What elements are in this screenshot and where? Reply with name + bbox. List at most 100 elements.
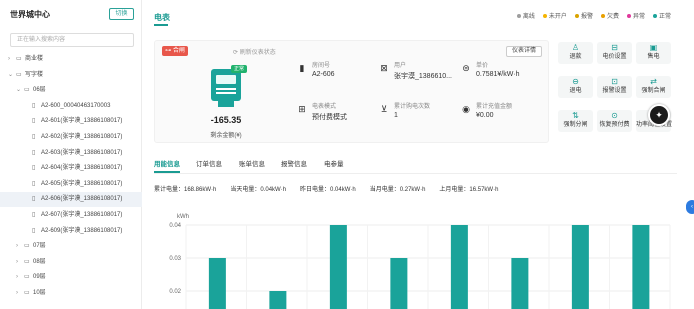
action-button[interactable]: ⊖ 退电 [558,76,593,98]
expand-caret-icon[interactable]: › [8,52,16,67]
tree-item[interactable]: ▯ A2-609(张宇漠_13886108017) [0,224,142,239]
meter-foot [218,101,234,107]
purchase-value: 1 [394,112,398,119]
tree-item[interactable]: ▯ A2-600_00040463170003 [0,99,142,114]
action-label: 售电 [647,54,660,60]
tree-item[interactable]: › ▭ 商业楼 [0,52,142,67]
chart-bar [269,291,287,309]
folder-icon: ▭ [16,56,22,62]
tabs-divider [154,173,677,174]
y-tick-label: 0.03 [169,256,181,262]
tab[interactable]: 账单信息 [239,158,265,168]
page-title[interactable]: 电表 [154,12,170,23]
action-label: 退电 [569,88,582,94]
action-button[interactable]: ▣ 售电 [636,42,671,64]
meter-detail-button[interactable]: 仪表详情 [506,46,542,57]
energy-stats: 累计电量：168.86kW·h 当天电量：0.04kW·h 昨日电量：0.04kW·… [154,184,512,193]
search-input[interactable]: 正在输入搜索内容 [10,33,134,47]
user-label: 用户 [394,63,407,69]
refresh-status-button[interactable]: ⟳ 刷新仪表状态 [233,47,276,56]
meter-icon: ▯ [32,180,36,187]
force-open-icon: ⇅ [572,111,579,120]
tree-item[interactable]: ▯ A2-602(张宇漠_13886108017) [0,130,142,145]
tree-item-label: A2-604(张宇漠_13886108017) [41,165,123,172]
status-badge: 正常 [231,65,247,73]
action-label: 退款 [569,54,582,60]
legend-label: 报警 [580,14,593,20]
tree-item[interactable]: ▯ A2-606(张宇漠_13886108017) [0,192,142,208]
meter-icon: ▯ [32,165,36,172]
expand-caret-icon[interactable]: › [16,286,24,301]
tree-item-label: 商业楼 [25,56,44,62]
price-settings-icon: ⊟ [611,43,618,52]
recharge-field: 累计充值金额 ¥0.00 [476,101,512,119]
tree-item[interactable]: › ▭ 09层 [0,270,142,285]
legend-label: 未开户 [548,14,567,20]
action-button[interactable]: ♙ 退款 [558,42,593,64]
sidebar: 世界城中心 切换 正在输入搜索内容 › ▭ 商业楼 ⌄ ▭ 写字楼 ⌄ ▭ 06层 ▯ A2-600… [0,0,142,309]
y-tick-label: 0.02 [169,289,181,295]
folder-icon: ▭ [24,243,30,250]
legend-item: 正常 [652,14,671,20]
mode-field: 电表模式 预付费模式 [312,101,347,122]
tree-item[interactable]: ▯ A2-603(张宇漠_13886108017) [0,146,142,161]
action-label: 报警设置 [602,88,627,94]
meter-icon: ▯ [32,102,36,109]
action-button[interactable]: ⇄ 强制合闸 [636,76,671,98]
meter-icon: ▯ [32,118,36,125]
user-value: 张宇漠_1386610... [394,73,452,80]
user-card-icon: ⊠ [380,63,388,73]
tree-item[interactable]: ▯ A2-607(张宇漠_13886108017) [0,208,142,223]
tree-item-label: A2-609(张宇漠_13886108017) [41,227,123,234]
switch-button[interactable]: 切换 [109,8,134,20]
tab[interactable]: 订单信息 [196,158,222,168]
tree-item[interactable]: ▯ A2-605(张宇漠_13886108017) [0,177,142,192]
tree-item[interactable]: ▯ A2-601(张宇漠_13886108017) [0,114,142,129]
tree-item[interactable]: › ▭ 07层 [0,239,142,254]
legend-label: 欠费 [606,14,619,20]
action-button[interactable]: ⊟ 电价设置 [597,42,632,64]
energy-stat: 累计电量：168.86kW·h [154,187,217,193]
legend-label: 异常 [632,14,645,20]
tree-item[interactable]: › ▭ 08层 [0,255,142,270]
expand-caret-icon[interactable]: ⌄ [8,68,16,83]
tab[interactable]: 电参量 [324,158,344,168]
tree-item[interactable]: ⌄ ▭ 06层 [0,83,142,98]
expand-caret-icon[interactable]: › [16,239,24,254]
sidebar-header: 世界城中心 切换 [10,8,134,21]
expand-caret-icon[interactable]: › [16,255,24,270]
energy-bar-chart: kWh 0.04 0.03 0.02 [169,214,671,309]
meter-line [216,88,236,90]
price-icon: ⊜ [462,63,470,73]
folder-icon: ▭ [24,290,30,296]
tree-item-label: 07层 [33,243,46,250]
electric-meter-icon [211,69,241,107]
side-expand-button[interactable]: ‹ [686,200,694,214]
balance-value: -165.35 [210,115,242,125]
legend-label: 离线 [522,14,535,20]
tree-item[interactable]: › ▭ 10层 [0,286,142,301]
restore-prepay-icon: ⊙ [611,111,618,120]
meter-icon: ▯ [32,196,36,203]
tree-item[interactable]: ⌄ ▭ 写字楼 [0,68,142,83]
chart-bar [329,225,347,309]
action-label: 强制合闸 [641,88,666,94]
tab[interactable]: 报警信息 [281,158,307,168]
action-button[interactable]: ⊙ 恢复预付费 [597,110,632,132]
action-button[interactable]: ⊡ 报警设置 [597,76,632,98]
legend-item: 异常 [626,14,645,20]
folder-icon: ▭ [24,274,30,281]
expand-caret-icon[interactable]: ⌄ [16,83,24,98]
tree-item[interactable]: ▯ A2-604(张宇漠_13886108017) [0,161,142,176]
meter-screen [216,75,236,84]
price-field: 单价 0.7581¥/kW·h [476,60,520,78]
assistant-float-button[interactable]: ✦ [648,104,670,126]
tab[interactable]: 用能信息 [154,158,180,168]
meter-icon: ▯ [32,212,36,218]
action-button[interactable]: ⇅ 强制分闸 [558,110,593,132]
room-field: 房间号 A2-606 [312,60,335,78]
purchase-label: 累计购电次数 [394,104,431,110]
legend-item: 报警 [574,14,593,20]
purchase-field: 累计购电次数 1 [394,101,430,119]
expand-caret-icon[interactable]: › [16,270,24,285]
